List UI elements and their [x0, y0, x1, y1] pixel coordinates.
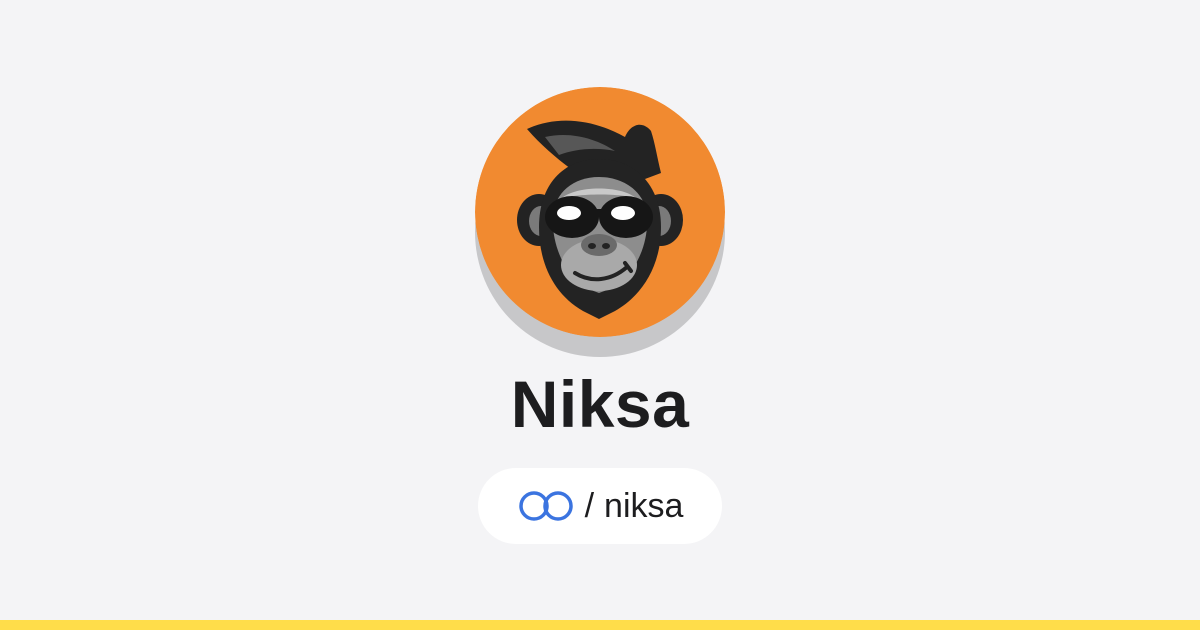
avatar [475, 87, 725, 337]
profile-name: Niksa [510, 367, 690, 441]
profile-handle: niksa [604, 486, 684, 525]
monkey-sunglasses-icon [475, 87, 725, 337]
profile-avatar [475, 87, 725, 357]
accent-bar [0, 620, 1200, 630]
handle-separator: / [584, 486, 595, 525]
profile-handle-pill[interactable]: / niksa [478, 468, 722, 544]
linked-rings-icon [518, 491, 573, 521]
